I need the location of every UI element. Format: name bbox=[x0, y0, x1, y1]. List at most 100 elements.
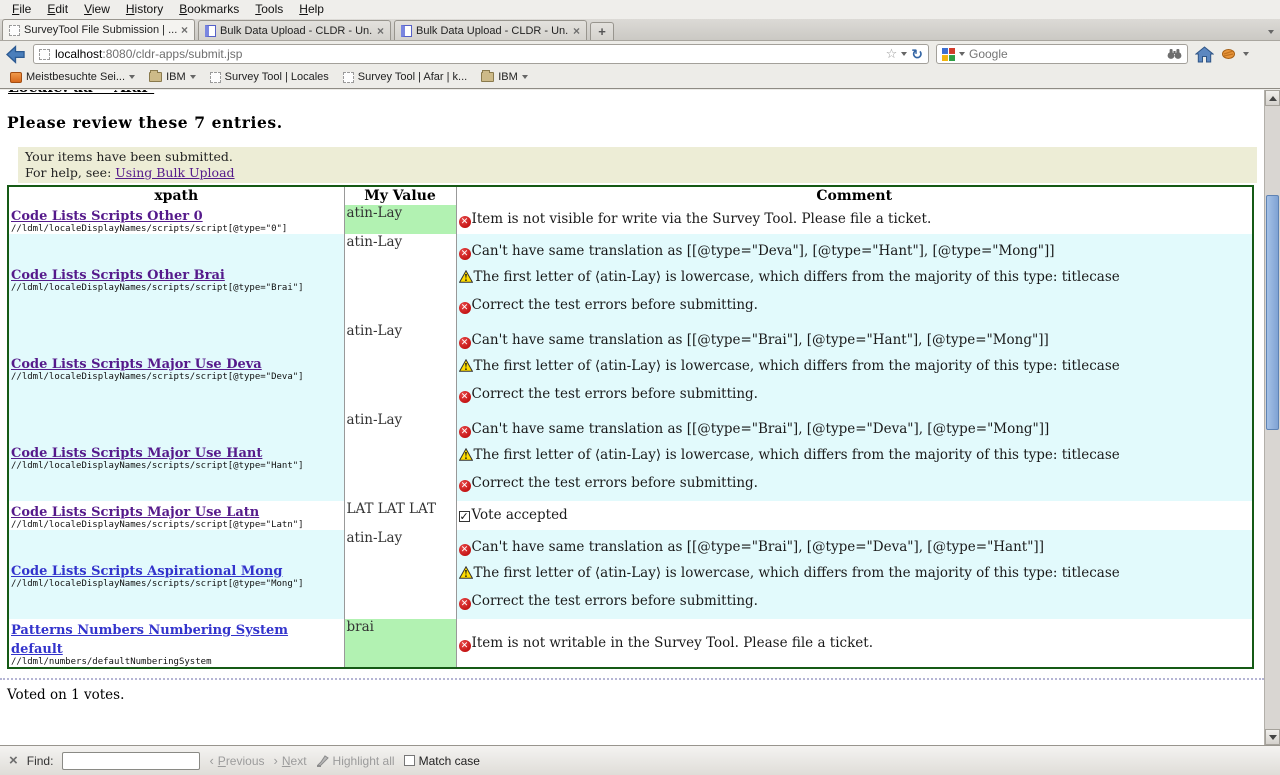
tab-close-icon[interactable]: × bbox=[377, 26, 384, 36]
url-dropdown-chevron-icon[interactable] bbox=[901, 52, 907, 56]
find-previous-button[interactable]: ‹ Previous bbox=[209, 753, 264, 768]
find-next-button[interactable]: › Next bbox=[274, 753, 307, 768]
xpath-code: //ldml/numbers/defaultNumberingSystem bbox=[11, 657, 342, 667]
comment-message: ! The first letter of ⟨atin-Lay⟩ is lower… bbox=[459, 565, 1251, 584]
tab-1[interactable]: SurveyTool File Submission | ...× bbox=[2, 19, 195, 40]
xpath-link[interactable]: Code Lists Scripts Other 0 bbox=[11, 209, 203, 224]
reload-icon[interactable]: ↻ bbox=[911, 48, 923, 61]
menu-bookmarks[interactable]: Bookmarks bbox=[171, 1, 247, 18]
bookmark-star-icon[interactable]: ☆ bbox=[886, 48, 898, 60]
back-button[interactable] bbox=[5, 44, 26, 65]
tab-close-icon[interactable]: × bbox=[573, 26, 580, 36]
tab-3[interactable]: Bulk Data Upload - CLDR - Un... × bbox=[394, 20, 587, 40]
addon-icon[interactable] bbox=[1221, 47, 1236, 61]
error-icon: ✕ bbox=[459, 598, 471, 610]
url-bar[interactable]: localhost:8080/cldr-apps/submit.jsp ☆ ↻ bbox=[33, 44, 929, 64]
xpath-link[interactable]: Code Lists Scripts Major Use Deva bbox=[11, 357, 262, 372]
page-icon bbox=[210, 72, 221, 83]
tab-overflow-chevron-icon[interactable] bbox=[1268, 30, 1274, 34]
col-header-xpath: xpath bbox=[8, 186, 344, 205]
page-icon bbox=[343, 72, 354, 83]
comment-message: !The first letter of ⟨atin-Lay⟩ is lower… bbox=[459, 447, 1251, 466]
find-close-icon[interactable]: × bbox=[9, 754, 18, 767]
scroll-up-button[interactable] bbox=[1265, 90, 1280, 106]
home-button[interactable] bbox=[1195, 46, 1214, 63]
highlighter-icon bbox=[316, 754, 329, 767]
table-row-6: Code Lists Scripts Aspirational Mong//ld… bbox=[8, 530, 1253, 619]
binoculars-icon[interactable] bbox=[1167, 48, 1182, 60]
error-icon: ✕ bbox=[459, 248, 471, 260]
bookmark-item-5[interactable]: IBM bbox=[476, 69, 533, 85]
tab-title: Bulk Data Upload - CLDR - Un... bbox=[416, 25, 569, 37]
bookmark-item-4[interactable]: Survey Tool | Afar | k... bbox=[338, 69, 472, 85]
table-header-row: xpathMy ValueComment bbox=[8, 186, 1253, 205]
comment-message: ✕Item is not writable in the Survey Tool… bbox=[459, 635, 1251, 652]
error-icon: ✕ bbox=[459, 337, 471, 349]
search-engine-logo-icon bbox=[942, 48, 955, 61]
search-box[interactable] bbox=[936, 44, 1188, 64]
submission-notice: Your items have been submitted. For help… bbox=[18, 147, 1257, 183]
menu-edit[interactable]: Edit bbox=[39, 1, 76, 18]
find-label: Find: bbox=[27, 754, 54, 768]
table-row-5: Code Lists Scripts Major Use Latn//ldml/… bbox=[8, 501, 1253, 530]
bookmark-item-3[interactable]: Survey Tool | Locales bbox=[205, 69, 334, 85]
next-chevron-icon: › bbox=[274, 753, 278, 768]
find-input[interactable] bbox=[62, 752, 200, 770]
comment-cell: ✕Can't have same translation as [[@type=… bbox=[456, 323, 1253, 412]
scroll-down-button[interactable] bbox=[1265, 729, 1280, 745]
url-text: localhost:8080/cldr-apps/submit.jsp bbox=[55, 47, 242, 61]
new-tab-button[interactable]: + bbox=[590, 22, 614, 40]
bulk-upload-help-link[interactable]: Using Bulk Upload bbox=[115, 165, 234, 180]
toolbar-overflow-chevron-icon[interactable] bbox=[1243, 52, 1249, 56]
comment-message: ✕Can't have same translation as [[@type=… bbox=[459, 421, 1251, 438]
comment-text: Vote accepted bbox=[472, 507, 568, 523]
error-icon: ✕ bbox=[459, 391, 471, 403]
xpath-link[interactable]: Code Lists Scripts Major Use Latn bbox=[11, 505, 259, 520]
tab-bar: SurveyTool File Submission | ...× Bulk Da… bbox=[0, 19, 1280, 41]
bookmark-label: IBM bbox=[166, 71, 186, 83]
match-case-checkbox[interactable] bbox=[404, 755, 415, 766]
xpath-link[interactable]: Code Lists Scripts Aspirational Mong bbox=[11, 564, 282, 579]
scrollbar-thumb[interactable] bbox=[1266, 195, 1279, 430]
comment-text: The first letter of ⟨atin-Lay⟩ is lowerc… bbox=[474, 565, 1120, 581]
comment-text: Can't have same translation as [[@type="… bbox=[472, 332, 1049, 348]
svg-text:!: ! bbox=[464, 452, 468, 461]
search-input[interactable] bbox=[969, 47, 1163, 61]
xpath-link[interactable]: Patterns Numbers Numbering System defaul… bbox=[11, 623, 288, 657]
bookmark-item-1[interactable]: Meistbesuchte Sei... bbox=[5, 69, 140, 85]
my-value-cell: brai bbox=[344, 619, 456, 668]
svg-text:!: ! bbox=[464, 363, 468, 372]
comment-cell: ✓Vote accepted bbox=[456, 501, 1253, 530]
comment-text: Correct the test errors before submittin… bbox=[472, 386, 758, 402]
comment-text: Can't have same translation as [[@type="… bbox=[472, 421, 1050, 437]
page-content: Locale: aa - 'Afar' Please review these … bbox=[0, 90, 1264, 745]
svg-text:!: ! bbox=[464, 274, 468, 283]
xpath-link[interactable]: Code Lists Scripts Other Brai bbox=[11, 268, 225, 283]
search-engine-chevron-icon[interactable] bbox=[959, 52, 965, 56]
error-icon: ✕ bbox=[459, 302, 471, 314]
error-icon: ✕ bbox=[459, 426, 471, 438]
dropdown-chevron-icon bbox=[129, 75, 135, 79]
vertical-scrollbar[interactable] bbox=[1264, 90, 1280, 745]
menu-help[interactable]: Help bbox=[291, 1, 332, 18]
review-table: xpathMy ValueComment Code Lists Scripts … bbox=[7, 185, 1254, 669]
comment-message: ✕Correct the test errors before submitti… bbox=[459, 297, 1251, 314]
comment-text: Item is not visible for write via the Su… bbox=[472, 211, 932, 227]
menu-tools[interactable]: Tools bbox=[247, 1, 291, 18]
highlight-all-button[interactable]: Highlight all bbox=[316, 754, 395, 768]
tab-close-icon[interactable]: × bbox=[181, 25, 188, 35]
menu-view[interactable]: View bbox=[76, 1, 118, 18]
warning-icon: ! bbox=[459, 270, 473, 288]
menu-history[interactable]: History bbox=[118, 1, 171, 18]
menu-file[interactable]: File bbox=[4, 1, 39, 18]
bookmark-item-2[interactable]: IBM bbox=[144, 69, 201, 85]
document-favicon-icon bbox=[401, 25, 412, 37]
tab-2[interactable]: Bulk Data Upload - CLDR - Un...× bbox=[198, 20, 391, 40]
comment-message: ✕Can't have same translation as [[@type=… bbox=[459, 243, 1251, 260]
comment-text: Can't have same translation as [[@type="… bbox=[472, 539, 1044, 555]
xpath-cell: Code Lists Scripts Other Brai//ldml/loca… bbox=[8, 234, 344, 323]
table-row-7: Patterns Numbers Numbering System defaul… bbox=[8, 619, 1253, 668]
match-case-toggle[interactable]: Match case bbox=[404, 754, 480, 768]
svg-text:!: ! bbox=[464, 570, 468, 579]
xpath-link[interactable]: Code Lists Scripts Major Use Hant bbox=[11, 446, 262, 461]
